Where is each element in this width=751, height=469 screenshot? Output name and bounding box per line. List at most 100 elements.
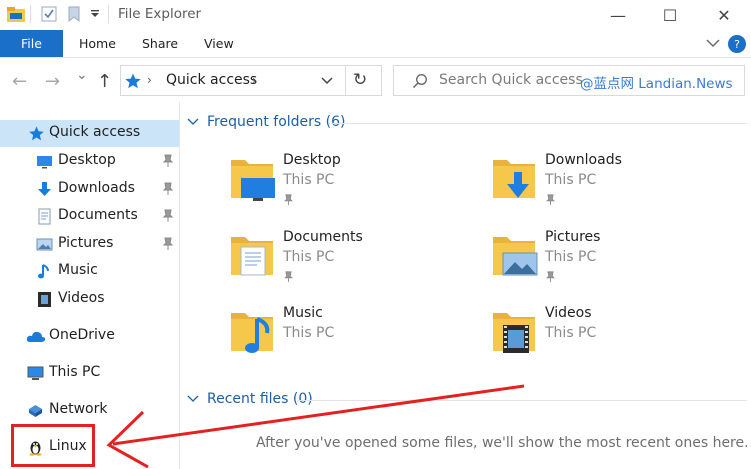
recent-locations-button[interactable]: ⌄	[76, 67, 88, 83]
sidebar-item-label: Music	[58, 262, 98, 278]
search-input[interactable]: Search Quick access	[439, 72, 583, 88]
maximize-button[interactable]: ☐	[648, 2, 692, 28]
up-button[interactable]: ↑	[97, 71, 112, 92]
sidebar-item-label: Desktop	[58, 152, 116, 168]
sidebar-item-network[interactable]: Network	[0, 397, 179, 424]
group-header-label: Recent files (0)	[207, 391, 313, 407]
folder-name: Music	[283, 305, 323, 321]
music-icon	[38, 264, 49, 279]
sidebar-item-label: Quick access	[49, 124, 141, 140]
sidebar-item-onedrive[interactable]: OneDrive	[0, 323, 179, 350]
folder-location: This PC	[545, 249, 597, 265]
sidebar-item-quick-access[interactable]: Quick access	[0, 120, 179, 147]
minimize-button[interactable]: —	[596, 2, 640, 28]
file-explorer-icon[interactable]	[6, 5, 26, 23]
sidebar-item-this-pc[interactable]: This PC	[0, 360, 179, 387]
folder-tile-desktop[interactable]: Desktop This PC	[227, 152, 457, 214]
folder-tile-pictures[interactable]: Pictures This PC	[489, 229, 719, 291]
properties-icon[interactable]	[40, 5, 58, 23]
watermark-text: @蓝点网 Landian.News	[580, 76, 733, 92]
content-pane: Frequent folders (6) Desktop This PC Dow…	[181, 102, 751, 469]
search-box[interactable]: Search Quick access @蓝点网 Landian.News	[393, 65, 745, 96]
folder-location: This PC	[283, 325, 335, 341]
computer-icon	[27, 366, 44, 380]
titlebar-divider	[108, 5, 109, 23]
folder-tile-music[interactable]: Music This PC	[227, 305, 457, 367]
forward-button[interactable]: →	[45, 71, 60, 92]
navigation-bar: ← → ⌄ ↑ › Quick access › ↻ Search Quick …	[0, 57, 751, 102]
folder-name: Downloads	[545, 152, 622, 168]
tab-view[interactable]: View	[204, 30, 234, 57]
sidebar-item-desktop[interactable]: Desktop	[0, 148, 179, 175]
address-bar[interactable]: › Quick access › ↻	[120, 65, 382, 96]
sidebar-item-label: Downloads	[58, 180, 135, 196]
tab-share[interactable]: Share	[142, 30, 178, 57]
pin-icon[interactable]	[162, 237, 174, 251]
folder-name: Documents	[283, 229, 363, 245]
annotation-highlight-box	[11, 424, 95, 467]
sidebar-item-label: This PC	[49, 364, 101, 380]
sidebar-item-label: Videos	[58, 290, 105, 306]
star-icon	[29, 126, 44, 141]
search-icon	[412, 74, 427, 89]
sidebar-item-downloads[interactable]: Downloads	[0, 176, 179, 203]
pictures-icon	[36, 238, 53, 251]
sidebar-item-label: Pictures	[58, 235, 114, 251]
folder-tile-downloads[interactable]: Downloads This PC	[489, 152, 719, 214]
new-folder-icon[interactable]	[66, 5, 82, 23]
recent-files-empty-message: After you've opened some files, we'll sh…	[256, 435, 749, 451]
cloud-icon	[26, 331, 46, 342]
help-icon[interactable]: ?	[728, 35, 746, 53]
refresh-button[interactable]: ↻	[353, 70, 367, 90]
folder-name: Pictures	[545, 229, 601, 245]
close-button[interactable]: ✕	[702, 2, 746, 28]
chevron-down-icon[interactable]	[187, 117, 199, 127]
titlebar-divider	[30, 5, 31, 23]
sidebar-item-music[interactable]: Music	[0, 258, 179, 285]
folder-location: This PC	[283, 172, 335, 188]
pin-icon[interactable]	[162, 154, 174, 168]
group-divider	[297, 400, 747, 401]
videos-folder-icon	[493, 313, 535, 353]
pin-icon	[546, 271, 555, 283]
pictures-folder-icon	[493, 237, 538, 276]
chevron-down-icon[interactable]	[320, 73, 334, 87]
breadcrumb-separator[interactable]: ›	[147, 73, 152, 87]
pin-icon[interactable]	[162, 182, 174, 196]
folder-name: Videos	[545, 305, 592, 321]
group-header-label: Frequent folders (6)	[207, 114, 346, 130]
sidebar-item-pictures[interactable]: Pictures	[0, 231, 179, 258]
chevron-down-icon[interactable]	[187, 394, 199, 404]
documents-icon	[38, 208, 51, 225]
downloads-folder-icon	[493, 160, 535, 198]
music-folder-icon	[231, 313, 273, 353]
sidebar-item-label: Network	[49, 401, 108, 417]
network-icon	[29, 405, 42, 417]
videos-icon	[38, 292, 51, 307]
pin-icon[interactable]	[162, 209, 174, 223]
desktop-icon	[37, 156, 52, 169]
breadcrumb-separator[interactable]: ›	[252, 73, 257, 87]
address-divider	[345, 66, 346, 95]
tab-file[interactable]: File	[0, 30, 63, 57]
navigation-pane: Quick access Desktop Downloads Documents	[0, 102, 180, 469]
folder-tile-documents[interactable]: Documents This PC	[227, 229, 457, 291]
group-header-recent-files[interactable]: Recent files (0)	[187, 391, 313, 407]
pin-icon	[284, 271, 293, 283]
window-title: File Explorer	[118, 6, 202, 22]
back-button[interactable]: ←	[12, 71, 27, 92]
folder-tile-videos[interactable]: Videos This PC	[489, 305, 719, 367]
sidebar-item-label: Documents	[58, 207, 138, 223]
group-header-frequent-folders[interactable]: Frequent folders (6)	[187, 114, 346, 130]
tab-home[interactable]: Home	[79, 30, 116, 57]
pin-icon	[546, 194, 555, 206]
sidebar-item-documents[interactable]: Documents	[0, 203, 179, 230]
breadcrumb-quick-access[interactable]: Quick access	[166, 72, 257, 88]
customize-toolbar-icon[interactable]	[90, 9, 100, 19]
group-divider	[329, 123, 747, 124]
star-icon	[125, 73, 141, 89]
pin-icon	[284, 194, 293, 206]
sidebar-item-videos[interactable]: Videos	[0, 286, 179, 313]
expand-ribbon-icon[interactable]	[706, 38, 720, 48]
sidebar-item-label: OneDrive	[49, 327, 115, 343]
